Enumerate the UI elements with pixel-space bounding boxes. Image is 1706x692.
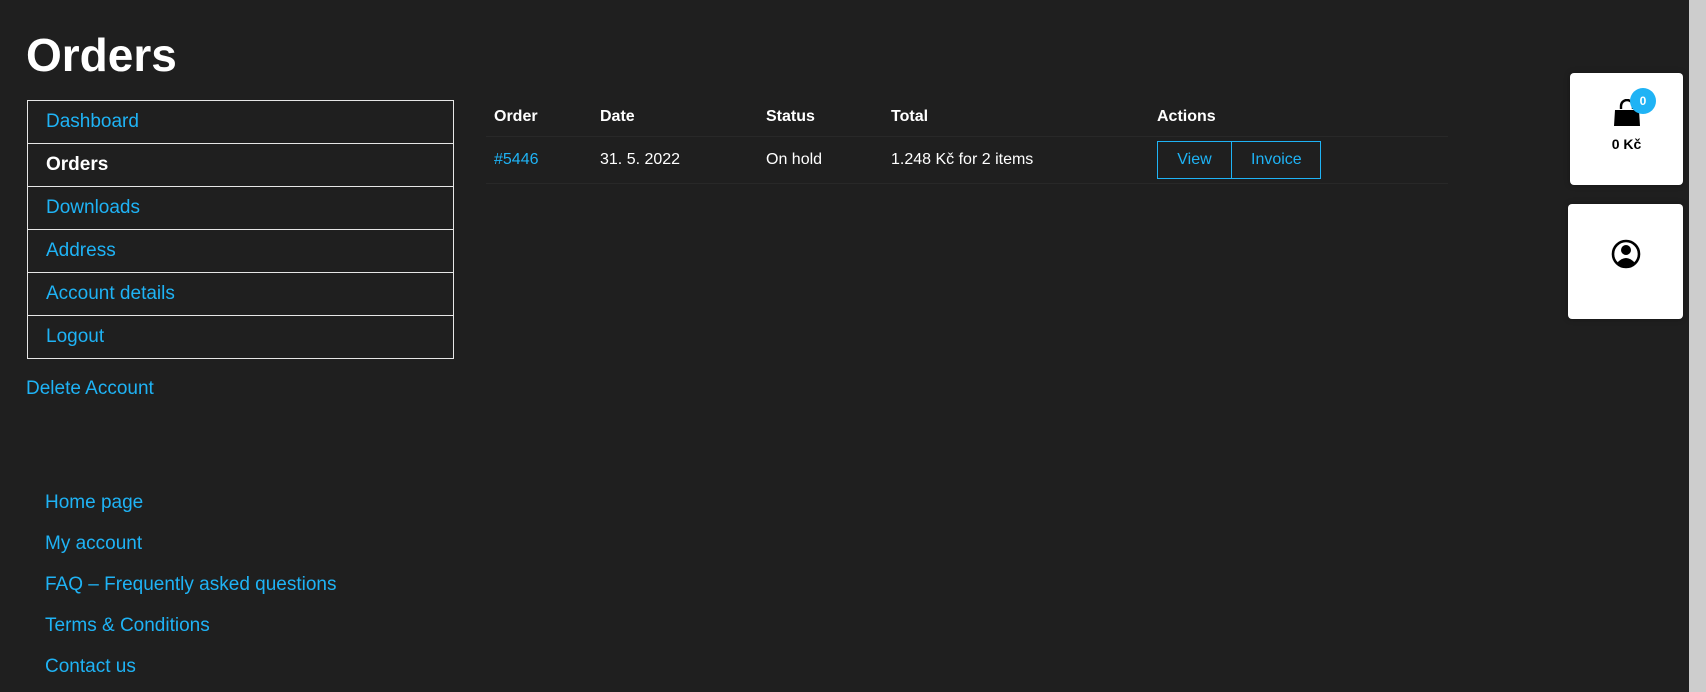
header-status: Status [758,98,883,137]
orders-table: Order Date Status Total Actions #5446 31… [486,98,1448,184]
user-circle-icon [1611,239,1641,269]
nav-item-logout[interactable]: Logout [27,315,454,359]
cart-total: 0 Kč [1611,136,1642,152]
footer-link-terms[interactable]: Terms & Conditions [45,615,337,656]
vertical-scrollbar[interactable] [1689,0,1706,692]
invoice-button[interactable]: Invoice [1231,141,1321,179]
cart-count-badge: 0 [1630,88,1656,114]
cell-order: #5446 [486,136,592,184]
footer-link-home-page[interactable]: Home page [45,492,337,533]
view-order-button[interactable]: View [1157,141,1232,179]
footer-link-faq[interactable]: FAQ – Frequently asked questions [45,574,337,615]
nav-item-address[interactable]: Address [27,229,454,273]
footer-links: Home page My account FAQ – Frequently as… [45,492,337,692]
nav-item-orders[interactable]: Orders [27,143,454,187]
header-date: Date [592,98,758,137]
delete-account-link[interactable]: Delete Account [26,378,154,400]
account-navigation: Dashboard Orders Downloads Address Accou… [27,100,454,359]
cart-widget[interactable]: 0 0 Kč [1570,73,1683,185]
account-page: Orders Dashboard Orders Downloads Addres… [0,0,1706,692]
page-title: Orders [26,29,177,81]
footer-link-my-account[interactable]: My account [45,533,337,574]
cell-status: On hold [758,136,883,184]
cell-total: 1.248 Kč for 2 items [883,136,1149,184]
header-total: Total [883,98,1149,137]
account-widget[interactable] [1568,204,1683,319]
nav-item-dashboard[interactable]: Dashboard [27,100,454,144]
cell-actions: View Invoice [1149,136,1448,184]
table-header-row: Order Date Status Total Actions [486,98,1448,137]
footer-link-contact-us[interactable]: Contact us [45,656,337,692]
order-number-link[interactable]: #5446 [494,151,539,168]
order-actions: View Invoice [1157,141,1440,179]
nav-item-downloads[interactable]: Downloads [27,186,454,230]
nav-item-account-details[interactable]: Account details [27,272,454,316]
header-actions: Actions [1149,98,1448,137]
cell-date: 31. 5. 2022 [592,136,758,184]
table-row: #5446 31. 5. 2022 On hold 1.248 Kč for 2… [486,136,1448,184]
header-order: Order [486,98,592,137]
